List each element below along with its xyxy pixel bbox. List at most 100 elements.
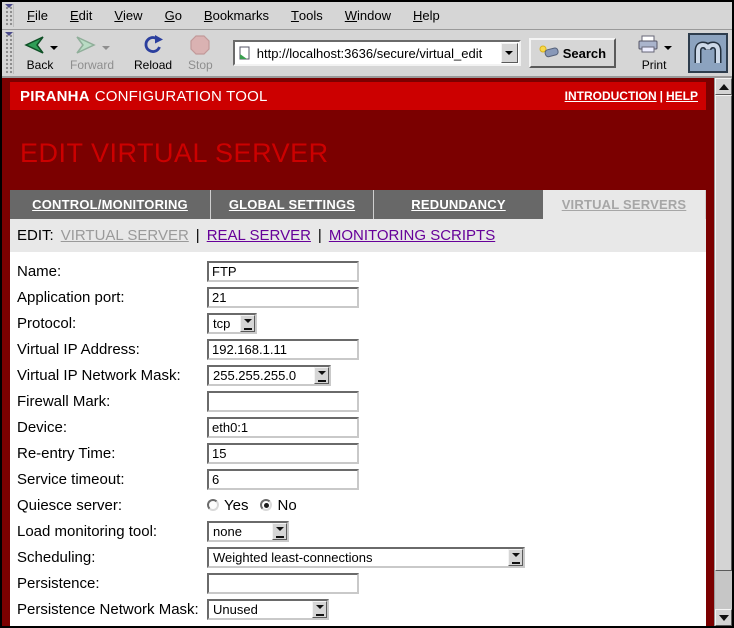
- form-row-persistence: Persistence:: [10, 570, 706, 596]
- text-input-virtual-ip-address[interactable]: [207, 339, 359, 360]
- text-input-persistence[interactable]: [207, 573, 359, 594]
- menu-window[interactable]: Window: [334, 2, 402, 29]
- radio-icon-yes[interactable]: [207, 499, 219, 511]
- select-scheduling[interactable]: Weighted least-connections: [207, 547, 525, 568]
- scroll-up-button[interactable]: [715, 78, 732, 95]
- radio-label: Yes: [224, 497, 248, 514]
- text-input-firewall-mark[interactable]: [207, 391, 359, 412]
- form-row-virtual-ip-address: Virtual IP Address:: [10, 336, 706, 362]
- field-label: Firewall Mark:: [10, 393, 207, 410]
- tab-virtual-servers[interactable]: VIRTUAL SERVERS: [543, 190, 706, 219]
- field-label: Application port:: [10, 289, 207, 306]
- app-title-brand: PIRANHA: [20, 88, 90, 105]
- form-row-virtual-ip-network-mask: Virtual IP Network Mask:255.255.255.0: [10, 362, 706, 388]
- field-label: Load monitoring tool:: [10, 523, 207, 540]
- scroll-up-icon: [719, 79, 729, 90]
- form-row-name: Name:: [10, 258, 706, 284]
- forward-button[interactable]: Forward: [64, 31, 120, 75]
- scroll-down-button[interactable]: [715, 609, 732, 626]
- radio-icon-no[interactable]: [260, 499, 272, 511]
- print-icon: [636, 35, 660, 57]
- menu-bar: FileEditViewGoBookmarksToolsWindowHelp: [2, 2, 732, 30]
- header-link-help[interactable]: HELP: [666, 89, 698, 103]
- app-title: PIRANHA CONFIGURATION TOOL: [20, 88, 268, 105]
- forward-label: Forward: [70, 58, 114, 72]
- menu-view[interactable]: View: [103, 2, 153, 29]
- menu-help[interactable]: Help: [402, 2, 451, 29]
- form-row-scheduling: Scheduling:Weighted least-connections: [10, 544, 706, 570]
- scrollbar-track[interactable]: [715, 571, 732, 609]
- header-link-introduction[interactable]: INTRODUCTION: [565, 89, 657, 103]
- subnav-link-real-server[interactable]: REAL SERVER: [207, 227, 311, 244]
- subnav-current-virtual-server: VIRTUAL SERVER: [61, 227, 189, 244]
- text-input-name[interactable]: [207, 261, 359, 282]
- scrollbar-thumb[interactable]: [715, 95, 732, 571]
- app-title-rest: CONFIGURATION TOOL: [95, 88, 268, 105]
- radio-group-quiesce-server: Yes No: [207, 497, 309, 514]
- tab-redundancy[interactable]: REDUNDANCY: [374, 190, 543, 219]
- form-row-load-monitoring-tool: Load monitoring tool:none: [10, 518, 706, 544]
- field-label: Persistence Network Mask:: [10, 601, 207, 618]
- select-load-monitoring-tool[interactable]: none: [207, 521, 289, 542]
- back-button[interactable]: Back: [16, 31, 64, 75]
- select-virtual-ip-network-mask[interactable]: 255.255.255.0: [207, 365, 331, 386]
- page-proxy-icon: [235, 46, 255, 60]
- select-value: 255.255.255.0: [209, 367, 314, 384]
- stop-button[interactable]: Stop: [182, 31, 219, 75]
- vertical-scrollbar[interactable]: [714, 78, 732, 626]
- form-rows: Name:Application port:Protocol:tcpVirtua…: [10, 252, 706, 626]
- print-label: Print: [642, 58, 667, 72]
- dropdown-arrow-icon: [508, 549, 523, 566]
- field-label: Scheduling:: [10, 549, 207, 566]
- menu-tools[interactable]: Tools: [280, 2, 334, 29]
- url-input[interactable]: http://localhost:3636/secure/virtual_edi…: [255, 46, 501, 61]
- text-input-application-port[interactable]: [207, 287, 359, 308]
- menubar-grippy[interactable]: [4, 4, 14, 27]
- menu-go[interactable]: Go: [154, 2, 193, 29]
- subnav-separator: |: [196, 227, 200, 244]
- dropdown-arrow-icon: [314, 367, 329, 384]
- search-button[interactable]: Search: [529, 38, 616, 68]
- field-label: Service timeout:: [10, 471, 207, 488]
- forward-icon: [74, 34, 98, 59]
- subnav-prefix: EDIT:: [17, 227, 54, 244]
- tab-control-monitoring[interactable]: CONTROL/MONITORING: [10, 190, 211, 219]
- form-row-firewall-mark: Firewall Mark:: [10, 388, 706, 414]
- reload-button[interactable]: Reload: [128, 31, 178, 75]
- field-label: Protocol:: [10, 315, 207, 332]
- print-dropdown-icon[interactable]: [664, 46, 672, 54]
- radio-label: No: [277, 497, 296, 514]
- tab-bar: CONTROL/MONITORINGGLOBAL SETTINGSREDUNDA…: [10, 190, 706, 219]
- text-input-re-entry-time[interactable]: [207, 443, 359, 464]
- menu-bookmarks[interactable]: Bookmarks: [193, 2, 280, 29]
- subnav-link-monitoring-scripts[interactable]: MONITORING SCRIPTS: [329, 227, 495, 244]
- dropdown-arrow-icon: [272, 523, 287, 540]
- stop-icon: [190, 35, 210, 58]
- field-label: Virtual IP Address:: [10, 341, 207, 358]
- form-row-device: Device:: [10, 414, 706, 440]
- radio-option-yes[interactable]: Yes: [207, 497, 248, 514]
- field-label: Re-entry Time:: [10, 445, 207, 462]
- menu-edit[interactable]: Edit: [59, 2, 103, 29]
- radio-option-no[interactable]: No: [260, 497, 296, 514]
- back-label: Back: [27, 58, 54, 72]
- menu-file[interactable]: File: [16, 2, 59, 29]
- text-input-service-timeout[interactable]: [207, 469, 359, 490]
- text-input-device[interactable]: [207, 417, 359, 438]
- url-bar[interactable]: http://localhost:3636/secure/virtual_edi…: [233, 40, 521, 66]
- back-dropdown-icon[interactable]: [50, 46, 58, 54]
- mozilla-logo[interactable]: [688, 33, 728, 73]
- toolbar-grippy[interactable]: [4, 32, 14, 74]
- select-protocol[interactable]: tcp: [207, 313, 257, 334]
- form-row-service-timeout: Service timeout:: [10, 466, 706, 492]
- field-label: Persistence:: [10, 575, 207, 592]
- form-row-persistence-network-mask: Persistence Network Mask:Unused: [10, 596, 706, 622]
- url-dropdown-button[interactable]: [501, 43, 518, 63]
- tab-global-settings[interactable]: GLOBAL SETTINGS: [211, 190, 374, 219]
- select-persistence-network-mask[interactable]: Unused: [207, 599, 329, 620]
- form-row-protocol: Protocol:tcp: [10, 310, 706, 336]
- form-row-quiesce-server: Quiesce server:YesNo: [10, 492, 706, 518]
- browser-window: FileEditViewGoBookmarksToolsWindowHelp B…: [0, 0, 734, 628]
- print-button[interactable]: Print: [630, 31, 678, 75]
- reload-label: Reload: [134, 58, 172, 72]
